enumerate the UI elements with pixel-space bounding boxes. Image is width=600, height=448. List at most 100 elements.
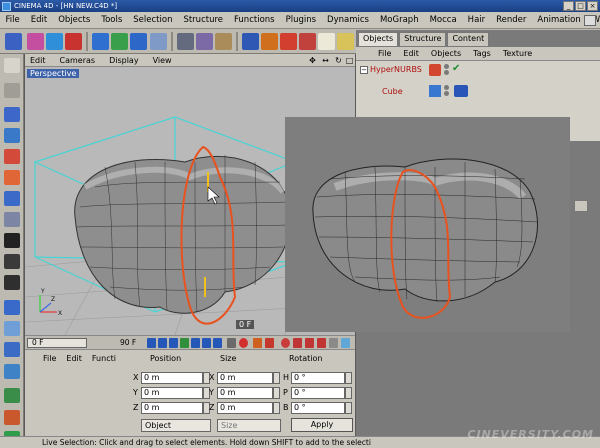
model-mode-icon[interactable] xyxy=(4,83,20,98)
size-z-field[interactable]: 0 m xyxy=(217,402,273,414)
close-button[interactable]: × xyxy=(587,1,598,11)
edges-mode-icon[interactable] xyxy=(4,170,20,185)
collapse-toggle[interactable]: − xyxy=(360,66,368,74)
rotation-b-stepper[interactable] xyxy=(345,402,352,414)
menu-animation[interactable]: Animation xyxy=(532,15,586,25)
co-menu-edit[interactable]: Edit xyxy=(61,354,87,363)
layout-switch-icon[interactable] xyxy=(584,15,596,26)
viewport-menu-cameras[interactable]: Cameras xyxy=(53,56,103,65)
make-editable-icon[interactable] xyxy=(4,58,20,73)
goto-start-icon[interactable] xyxy=(147,338,156,348)
menu-mograph[interactable]: MoGraph xyxy=(374,15,424,25)
animation-mode-icon[interactable] xyxy=(4,128,20,143)
position-z-field[interactable]: 0 m xyxy=(141,402,203,414)
live-selection-icon[interactable] xyxy=(5,33,22,50)
position-x-field[interactable]: 0 m xyxy=(141,372,203,384)
render-visibility-dot[interactable] xyxy=(444,91,449,96)
viewport-menu-view[interactable]: View xyxy=(146,56,179,65)
point-level-key-icon[interactable] xyxy=(329,338,338,348)
pan-icon[interactable]: ✥ xyxy=(308,56,317,65)
menu-hair[interactable]: Hair xyxy=(462,15,490,25)
maximize-button[interactable]: □ xyxy=(575,1,586,11)
goto-end-icon[interactable] xyxy=(213,338,222,348)
orbit-icon[interactable]: ↻ xyxy=(334,56,343,65)
render-view-icon[interactable] xyxy=(177,33,194,50)
scale-key-icon[interactable] xyxy=(293,338,302,348)
deformer-icon[interactable] xyxy=(318,33,335,50)
array-icon[interactable] xyxy=(299,33,316,50)
autokey-icon[interactable] xyxy=(253,338,262,348)
size-y-field[interactable]: 0 m xyxy=(217,387,273,399)
rotation-b-field[interactable]: 0 ° xyxy=(291,402,345,414)
position-key-icon[interactable] xyxy=(281,338,290,348)
rotation-p-field[interactable]: 0 ° xyxy=(291,387,345,399)
keyframe-selection-icon[interactable] xyxy=(265,338,274,348)
om-menu-objects[interactable]: Objects xyxy=(425,49,467,58)
bodypaint-icon[interactable] xyxy=(4,410,20,425)
rotation-p-stepper[interactable] xyxy=(345,387,352,399)
object-mode-icon[interactable] xyxy=(4,107,20,122)
coordinate-mode-dropdown[interactable]: Object xyxy=(141,419,211,432)
sculpt-icon[interactable] xyxy=(4,388,20,403)
tab-content[interactable]: Content xyxy=(447,32,490,46)
tree-item-hypernurbs[interactable]: HyperNURBS xyxy=(370,65,422,74)
minimize-button[interactable]: _ xyxy=(563,1,574,11)
co-menu-functions[interactable]: Functi xyxy=(87,354,121,363)
hypernurbs-mesh[interactable] xyxy=(74,155,292,314)
viewport-menu-display[interactable]: Display xyxy=(102,56,146,65)
menu-structure[interactable]: Structure xyxy=(178,15,229,25)
uv-mode-icon[interactable] xyxy=(4,212,20,227)
render-region-icon[interactable] xyxy=(196,33,213,50)
timeline-settings-icon[interactable] xyxy=(227,338,236,348)
tab-objects[interactable]: Objects xyxy=(358,32,399,46)
render-visibility-dot[interactable] xyxy=(444,70,449,75)
timeline-grid-icon[interactable] xyxy=(341,338,350,348)
move-tool-icon[interactable] xyxy=(27,33,44,50)
light-icon[interactable] xyxy=(337,33,354,50)
coordinate-system-icon[interactable] xyxy=(150,33,167,50)
attributes-lock-icon[interactable] xyxy=(574,200,588,212)
next-key-icon[interactable] xyxy=(202,338,211,348)
menu-objects[interactable]: Objects xyxy=(53,15,96,25)
start-frame-field[interactable]: 0 F xyxy=(27,338,87,348)
polygons-mode-icon[interactable] xyxy=(4,191,20,206)
x-axis-lock-icon[interactable] xyxy=(92,33,109,50)
om-menu-edit[interactable]: Edit xyxy=(397,49,425,58)
axis-mode-icon[interactable] xyxy=(4,300,20,315)
size-x-field[interactable]: 0 m xyxy=(217,372,273,384)
tweak-mode-icon[interactable] xyxy=(4,275,20,290)
menu-edit[interactable]: Edit xyxy=(25,15,52,25)
menu-dynamics[interactable]: Dynamics xyxy=(322,15,375,25)
z-axis-lock-icon[interactable] xyxy=(130,33,147,50)
render-picture-viewer-icon[interactable] xyxy=(215,33,232,50)
snapping-icon[interactable] xyxy=(4,321,20,336)
points-mode-icon[interactable] xyxy=(4,149,20,164)
menu-tools[interactable]: Tools xyxy=(96,15,128,25)
play-icon[interactable] xyxy=(180,338,189,348)
rotation-h-field[interactable]: 0 ° xyxy=(291,372,345,384)
position-y-field[interactable]: 0 m xyxy=(141,387,203,399)
menu-mocca[interactable]: Mocca xyxy=(424,15,462,25)
enabled-check-icon[interactable]: ✔ xyxy=(452,63,460,74)
next-frame-icon[interactable] xyxy=(191,338,200,348)
menu-plugins[interactable]: Plugins xyxy=(280,15,321,25)
enable-snapping-icon[interactable] xyxy=(4,342,20,357)
co-menu-file[interactable]: File xyxy=(25,354,61,363)
rotation-h-stepper[interactable] xyxy=(345,372,352,384)
cube-primitive-icon[interactable] xyxy=(242,33,259,50)
nurbs-icon[interactable] xyxy=(280,33,297,50)
phong-tag-icon[interactable] xyxy=(454,85,468,97)
rotation-key-icon[interactable] xyxy=(305,338,314,348)
size-mode-dropdown[interactable]: Size xyxy=(217,419,281,432)
rotate-tool-icon[interactable] xyxy=(65,33,82,50)
menu-functions[interactable]: Functions xyxy=(229,15,281,25)
size-y-stepper[interactable] xyxy=(273,387,280,399)
workplane-mode-icon[interactable] xyxy=(4,254,20,269)
om-menu-file[interactable]: File xyxy=(356,49,397,58)
dolly-icon[interactable]: ↔ xyxy=(321,56,330,65)
parameter-key-icon[interactable] xyxy=(317,338,326,348)
om-menu-texture[interactable]: Texture xyxy=(497,49,538,58)
menu-selection[interactable]: Selection xyxy=(128,15,178,25)
menu-file[interactable]: File xyxy=(0,15,25,25)
menu-render[interactable]: Render xyxy=(491,15,532,25)
